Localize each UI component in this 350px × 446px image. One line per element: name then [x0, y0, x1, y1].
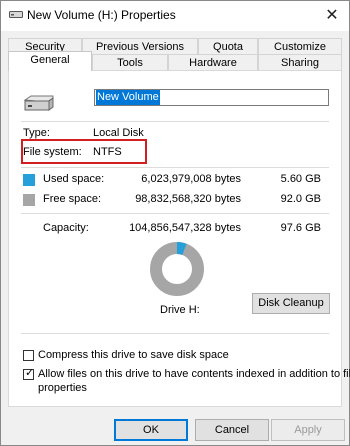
apply-button: Apply [271, 419, 345, 441]
donut-free-ring [150, 242, 204, 296]
used-space-bytes: 6,023,979,008 bytes [141, 173, 241, 185]
capacity-gb: 97.6 GB [280, 222, 321, 234]
separator [21, 333, 329, 334]
volume-name-text: New Volume [96, 90, 160, 105]
free-space-label: Free space: [43, 193, 102, 205]
volume-name-input[interactable]: New Volume [94, 89, 329, 106]
index-label-line2[interactable]: properties [38, 382, 87, 394]
properties-window: New Volume (H:) Properties ✕ Security Pr… [0, 0, 350, 446]
compress-checkbox[interactable] [23, 350, 34, 361]
file-system-value: NTFS [93, 146, 122, 158]
tab-quota[interactable]: Quota [198, 38, 258, 55]
title-bar: New Volume (H:) Properties ✕ [1, 1, 349, 31]
capacity-label: Capacity: [43, 222, 89, 234]
ok-button[interactable]: OK [114, 419, 188, 441]
index-checkbox[interactable]: ✓ [23, 367, 35, 380]
general-panel: New Volume Type: Local Disk File system:… [8, 70, 350, 407]
drive-icon [9, 11, 23, 18]
close-button[interactable]: ✕ [315, 1, 349, 31]
window-title: New Volume (H:) Properties [27, 8, 176, 22]
cancel-button[interactable]: Cancel [195, 419, 269, 441]
tab-sharing[interactable]: Sharing [258, 54, 342, 71]
separator [21, 213, 329, 214]
free-space-swatch [23, 194, 35, 206]
type-value: Local Disk [93, 127, 144, 139]
free-space-bytes: 98,832,568,320 bytes [135, 193, 241, 205]
used-space-label: Used space: [43, 173, 105, 185]
used-space-swatch [23, 174, 35, 186]
tab-customize[interactable]: Customize [258, 38, 342, 55]
index-checkmark: ✓ [25, 367, 35, 379]
index-label-line1[interactable]: Allow files on this drive to have conten… [38, 368, 350, 380]
tab-hardware[interactable]: Hardware [168, 54, 258, 71]
disk-cleanup-button[interactable]: Disk Cleanup [252, 293, 330, 314]
file-system-label: File system: [23, 146, 82, 158]
capacity-bytes: 104,856,547,328 bytes [129, 222, 241, 234]
type-label: Type: [23, 127, 50, 139]
free-space-gb: 92.0 GB [280, 193, 321, 205]
tab-previous-versions[interactable]: Previous Versions [82, 38, 198, 55]
compress-label[interactable]: Compress this drive to save disk space [38, 349, 229, 361]
separator [21, 121, 329, 122]
drive-label: Drive H: [160, 304, 200, 316]
used-space-gb: 5.60 GB [280, 173, 321, 185]
disk-usage-donut [150, 242, 204, 296]
drive-large-icon [23, 95, 54, 111]
separator [21, 167, 329, 168]
tab-general[interactable]: General [8, 51, 92, 71]
tab-tools[interactable]: Tools [92, 54, 168, 71]
